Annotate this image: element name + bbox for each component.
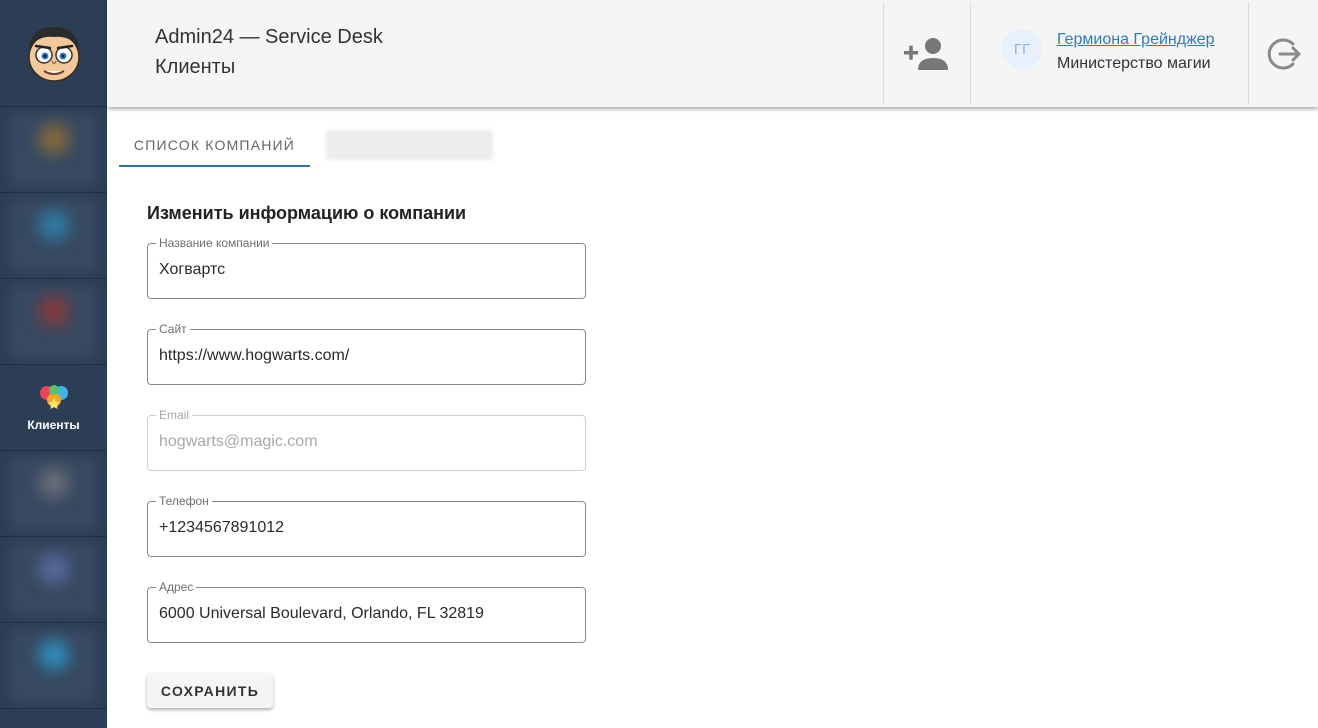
field-label: Сайт [156,322,190,336]
field-label: Адрес [156,580,197,594]
sidebar-item-blurred-2[interactable] [0,193,107,279]
cartoon-face-logo-icon [27,27,80,82]
logout-icon [1267,38,1300,69]
website-field[interactable]: Сайт https://www.hogwarts.com/ [147,322,586,385]
add-user-icon [904,37,948,70]
sidebar-item-label: Клиенты [27,417,80,432]
field-label: Email [156,408,193,422]
sidebar-item-clients[interactable]: Клиенты [0,365,107,451]
company-name-field[interactable]: Название компании Хогвартс [147,236,586,299]
phone-field[interactable]: Телефон +1234567891012 [147,494,586,557]
app-title: Admin24 — Service Desk [155,26,383,48]
address-input[interactable]: 6000 Universal Boulevard, Orlando, FL 32… [159,605,484,623]
field-label: Телефон [156,494,212,508]
sidebar-item-blurred-6[interactable] [0,537,107,623]
sidebar-item-blurred-3[interactable] [0,279,107,365]
website-input[interactable]: https://www.hogwarts.com/ [159,347,349,365]
phone-input[interactable]: +1234567891012 [159,519,284,537]
email-input: hogwarts@magic.com [159,433,318,450]
active-tab-indicator [119,165,310,167]
address-field[interactable]: Адрес 6000 Universal Boulevard, Orlando,… [147,580,586,643]
sidebar-item-blurred-5[interactable] [0,451,107,537]
company-name-input[interactable]: Хогвартс [159,261,225,279]
user-organization: Министерство магии [1057,55,1211,72]
header-divider [970,2,971,105]
sidebar-item-blurred-1[interactable] [0,107,107,193]
logo[interactable] [0,0,107,107]
sidebar-item-blurred-7[interactable] [0,623,107,709]
clients-icon [39,384,68,409]
form-title: Изменить информацию о компании [147,203,467,223]
sidebar: Клиенты [0,0,107,728]
header: Admin24 — Service Desk Клиенты ГГ Гермио… [107,0,1318,107]
page-title: Клиенты [155,56,236,78]
user-name-link[interactable]: Гермиона Грейнджер [1057,31,1215,49]
email-field: Email hogwarts@magic.com [147,408,586,471]
save-button[interactable]: СОХРАНИТЬ [147,673,273,708]
tab-blurred[interactable] [326,130,493,160]
field-label: Название компании [156,236,273,250]
logout-button[interactable] [1249,0,1318,107]
avatar[interactable]: ГГ [1002,29,1042,69]
add-user-button[interactable] [884,0,970,107]
tab-company-list[interactable]: СПИСОК КОМПАНИЙ [119,122,310,167]
